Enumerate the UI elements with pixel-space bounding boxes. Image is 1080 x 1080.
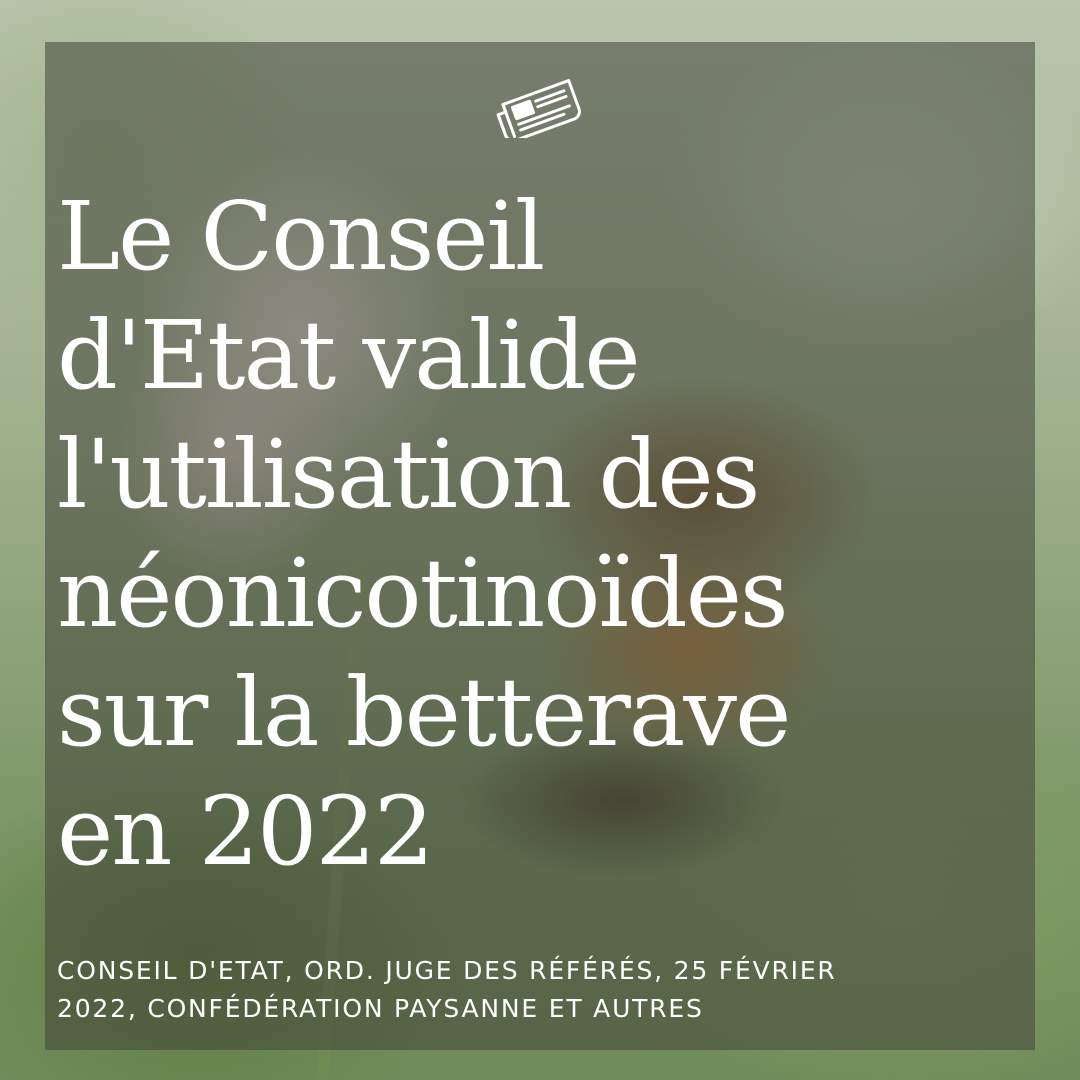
citation-line: 2022, CONFÉDÉRATION PAYSANNE ET AUTRES (57, 994, 704, 1023)
headline-line: sur la betterave (57, 658, 791, 768)
headline-line: Le Conseil (57, 182, 545, 292)
headline: Le Conseil d'Etat valide l'utilisation d… (57, 178, 1047, 892)
citation-line: CONSEIL D'ETAT, ORD. JUGE DES RÉFÉRÉS, 2… (57, 956, 837, 985)
newspaper-icon (496, 79, 581, 138)
headline-line: néonicotinoïdes (57, 539, 789, 649)
headline-line: d'Etat valide (57, 301, 641, 411)
headline-line: l'utilisation des (57, 420, 760, 530)
source-citation: CONSEIL D'ETAT, ORD. JUGE DES RÉFÉRÉS, 2… (57, 952, 1017, 1028)
headline-line: en 2022 (57, 777, 434, 887)
